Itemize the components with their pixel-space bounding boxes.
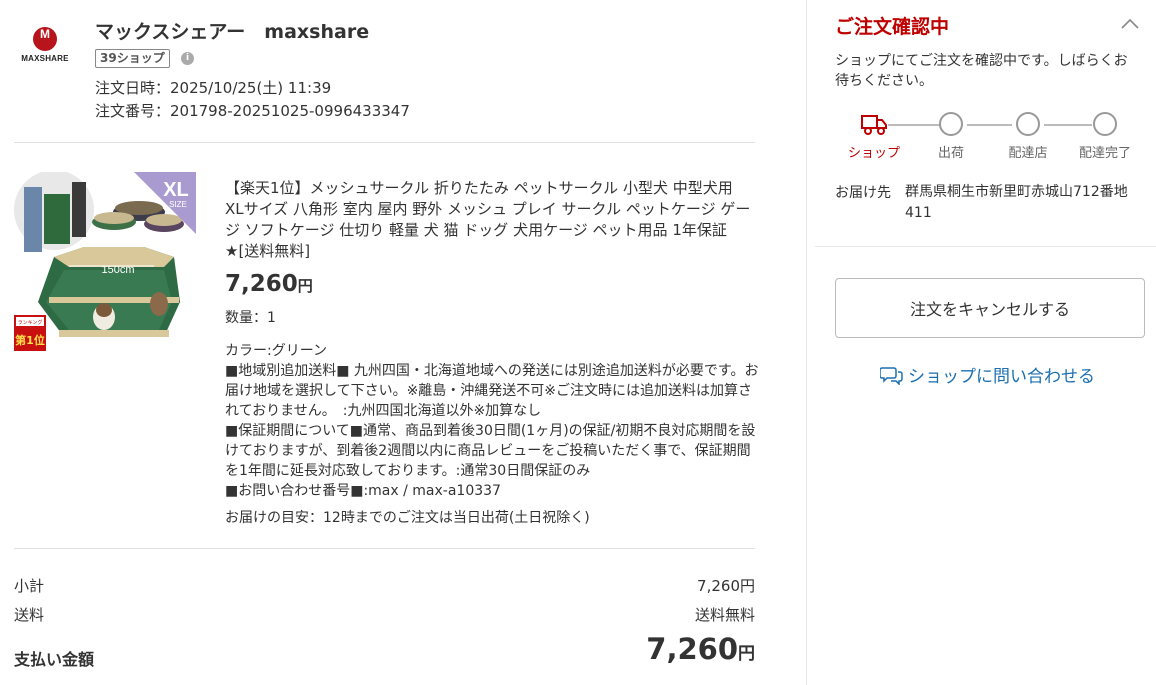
contact-shop-label: ショップに問い合わせる [908, 367, 1095, 387]
size-badge-text: XL [163, 179, 189, 201]
rank-text: 第1位 [15, 333, 45, 347]
step-circle-icon [939, 112, 963, 136]
tracker-step-shop: ショップ [839, 112, 909, 161]
divider [14, 548, 755, 549]
shipping-label: 送料 [14, 606, 45, 624]
address-label: お届け先 [835, 185, 891, 201]
subtotal-label: 小計 [14, 577, 45, 595]
product-title[interactable]: 【楽天1位】メッシュサークル 折りたたみ ペットサークル 小型犬 中型犬用 XL… [225, 178, 755, 262]
status-title: ご注文確認中 [835, 16, 950, 38]
order-status-panel: ご注文確認中 ショップにてご注文を確認中です。しばらくお待ちください。 ショップ… [807, 0, 1156, 685]
tracker-step-delivered: 配達完了 [1070, 112, 1140, 161]
subtotal-value: 7,260円 [697, 577, 755, 595]
delivery-estimate: お届けの目安：12時までのご注文は当日出荷(土日祝除く) [225, 510, 590, 526]
contact-shop-link[interactable]: ショップに問い合わせる [879, 362, 1095, 387]
tracker-step-shipped: 出荷 [916, 112, 986, 161]
tracker-step-label: 出荷 [937, 146, 964, 161]
product-option-color: カラー:グリーン [225, 343, 328, 359]
order-detail-panel: MAXSHARE マックスシェアー maxshare 39ショップ i 注文日時… [14, 0, 759, 685]
product-option-shipping-note: ■地域別追加送料■ 九州四国・北海道地域への発送には別途追加送料が必要です。お届… [225, 363, 759, 419]
product-price-value: 7,260 [225, 271, 298, 297]
divider [14, 142, 755, 143]
tracker-step-label: ショップ [847, 146, 900, 161]
shop-badge-39: 39ショップ [95, 49, 170, 68]
product-option-inquiry-number: ■お問い合わせ番号■:max / max-a10337 [225, 483, 501, 499]
shop-logo-text: MAXSHARE [21, 54, 69, 63]
product-image[interactable]: XL SIZE 150cm ランキング 第1位 [14, 172, 196, 354]
product-option-warranty-note: ■保証期間について■通常、商品到着後30日間(1ヶ月)の保証/初期不良対応期間を… [225, 423, 756, 479]
order-date: 注文日時：2025/10/25(土) 11:39 [95, 79, 332, 97]
info-icon[interactable]: i [181, 52, 194, 65]
tracker-step-label: 配達完了 [1078, 146, 1131, 161]
shop-name[interactable]: マックスシェアー maxshare [95, 17, 369, 44]
shop-logo-mark [33, 27, 57, 51]
chat-icon [879, 365, 904, 386]
total-amount: 7,260 [646, 632, 738, 666]
shop-logo[interactable]: MAXSHARE [16, 22, 74, 68]
truck-icon [860, 112, 888, 136]
total-value: 7,260円 [646, 632, 755, 666]
status-description: ショップにてご注文を確認中です。しばらくお待ちください。 [835, 53, 1128, 89]
total-label: 支払い金額 [14, 650, 95, 669]
address-value: 群馬県桐生市新里町赤城山712番地411 [905, 184, 1128, 221]
product-quantity: 数量：1 [225, 310, 276, 326]
divider [815, 246, 1156, 247]
product-options: カラー:グリーン ■地域別追加送料■ 九州四国・北海道地域への発送には別途追加送… [225, 341, 759, 501]
chevron-up-icon[interactable] [1120, 16, 1140, 30]
tracker-step-depot: 配達店 [993, 112, 1063, 161]
total-unit: 円 [738, 644, 755, 664]
shipping-tracker: ショップ 出荷 配達店 配達完了 [835, 112, 1145, 168]
dimension-text: 150cm [101, 264, 134, 276]
size-sub-text: SIZE [169, 200, 187, 209]
step-circle-icon [1093, 112, 1117, 136]
product-price-unit: 円 [297, 277, 313, 295]
product-price: 7,260円 [225, 271, 313, 297]
order-number: 注文番号：201798-20251025-0996433347 [95, 102, 410, 120]
shipping-value: 送料無料 [694, 606, 755, 624]
step-circle-icon [1016, 112, 1040, 136]
cancel-order-button[interactable]: 注文をキャンセルする [835, 278, 1145, 338]
tracker-step-label: 配達店 [1008, 146, 1048, 161]
ranking-text: ランキング [18, 319, 43, 326]
